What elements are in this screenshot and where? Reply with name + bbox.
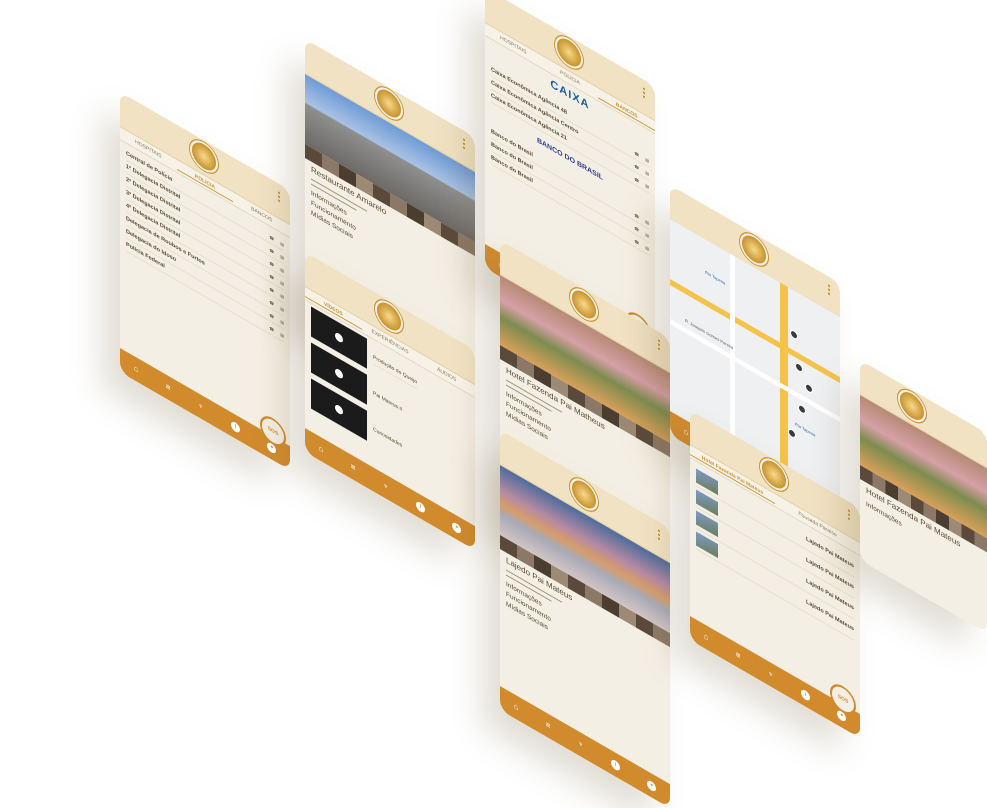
nav-menu-icon[interactable]: ≡ xyxy=(351,461,356,473)
nav-compass-icon[interactable]: ✦ xyxy=(452,520,462,535)
menu-icon[interactable] xyxy=(278,191,282,204)
route-icon[interactable]: ▤ xyxy=(280,292,284,299)
phone-icon[interactable]: ☎ xyxy=(269,247,274,255)
menu-icon[interactable] xyxy=(658,339,662,352)
screen-hotel-partial: Hotel Fazenda Pai Mateus Informações xyxy=(860,360,987,634)
phone-icon[interactable]: ☎ xyxy=(269,312,274,320)
nav-info-icon[interactable]: i xyxy=(416,499,426,514)
bottom-nav: ⌂ ≡ ♆ i ✦ xyxy=(690,616,860,739)
menu-icon[interactable] xyxy=(828,284,832,297)
video-title: Curiosidades xyxy=(373,426,403,450)
phone-icon[interactable]: ☎ xyxy=(634,176,639,184)
nav-home-icon[interactable]: ⌂ xyxy=(684,426,689,438)
route-icon[interactable]: ▤ xyxy=(645,182,649,189)
menu-icon[interactable] xyxy=(848,509,852,522)
nav-info-icon[interactable]: i xyxy=(231,419,241,434)
route-icon[interactable]: ▤ xyxy=(280,240,284,247)
phone-icon[interactable]: ☎ xyxy=(269,273,274,281)
bottom-nav: ⌂ ≡ ♆ i ✦ xyxy=(120,348,290,471)
route-icon[interactable]: ▤ xyxy=(645,244,649,251)
route-icon[interactable]: ▤ xyxy=(280,318,284,325)
phone-icon[interactable]: ☎ xyxy=(269,299,274,307)
nav-menu-icon[interactable]: ≡ xyxy=(736,649,741,661)
route-icon[interactable]: ▤ xyxy=(280,266,284,273)
route-icon[interactable]: ▤ xyxy=(645,169,649,176)
map-pin[interactable] xyxy=(795,361,803,374)
video-title: Pai Mateus II xyxy=(373,390,403,414)
phone-icon[interactable]: ☎ xyxy=(269,286,274,294)
nav-food-icon[interactable]: ♆ xyxy=(198,400,204,412)
map-label: Rio Tapeoa xyxy=(705,269,726,286)
nav-menu-icon[interactable]: ≡ xyxy=(546,719,551,731)
nav-info-icon[interactable]: i xyxy=(801,687,811,702)
map-label: Rio Tapeoa xyxy=(795,421,816,438)
nav-home-icon[interactable]: ⌂ xyxy=(514,701,519,713)
nav-food-icon[interactable]: ♆ xyxy=(768,668,774,680)
phone-icon[interactable]: ☎ xyxy=(269,260,274,268)
phone-icon[interactable]: ☎ xyxy=(634,225,639,233)
nav-info-icon[interactable]: i xyxy=(611,757,621,772)
app-logo xyxy=(192,137,216,176)
route-icon[interactable]: ▤ xyxy=(645,231,649,238)
phone-icon[interactable]: ☎ xyxy=(634,238,639,246)
phone-icon[interactable]: ☎ xyxy=(634,150,639,158)
phone-icon[interactable]: ☎ xyxy=(634,163,639,171)
route-icon[interactable]: ▤ xyxy=(280,305,284,312)
map-road xyxy=(730,253,735,457)
nav-menu-icon[interactable]: ≡ xyxy=(166,381,171,393)
menu-icon[interactable] xyxy=(643,87,647,100)
route-icon[interactable]: ▤ xyxy=(280,279,284,286)
screen-police-list: HOSPITAIS POLÍCIA BANCOS Central de Polí… xyxy=(120,92,290,471)
app-logo xyxy=(900,387,924,425)
nav-home-icon[interactable]: ⌂ xyxy=(704,631,709,643)
app-logo xyxy=(377,84,401,123)
map-pin[interactable] xyxy=(788,427,796,440)
route-icon[interactable]: ▤ xyxy=(645,218,649,225)
menu-icon[interactable] xyxy=(658,529,662,542)
nav-home-icon[interactable]: ⌂ xyxy=(134,363,139,375)
nav-home-icon[interactable]: ⌂ xyxy=(319,443,324,455)
phone-icon[interactable]: ☎ xyxy=(634,212,639,220)
map-pin[interactable] xyxy=(798,402,806,416)
bottom-nav: ⌂ ≡ ♆ i ✦ xyxy=(500,686,670,808)
map-pin[interactable] xyxy=(805,381,813,395)
nav-compass-icon[interactable]: ✦ xyxy=(647,778,657,793)
route-icon[interactable]: ▤ xyxy=(280,253,284,260)
nav-food-icon[interactable]: ♆ xyxy=(383,480,389,492)
route-icon[interactable]: ▤ xyxy=(280,331,284,338)
app-logo xyxy=(557,33,581,72)
mockup-canvas: HOSPITAIS POLÍCIA BANCOS Central de Polí… xyxy=(0,0,987,808)
phone-icon[interactable]: ☎ xyxy=(269,325,274,333)
map-pin[interactable] xyxy=(790,328,798,341)
nav-food-icon[interactable]: ♆ xyxy=(578,738,584,750)
menu-icon[interactable] xyxy=(463,138,467,151)
route-icon[interactable]: ▤ xyxy=(645,156,649,163)
phone-icon[interactable]: ☎ xyxy=(269,234,274,242)
